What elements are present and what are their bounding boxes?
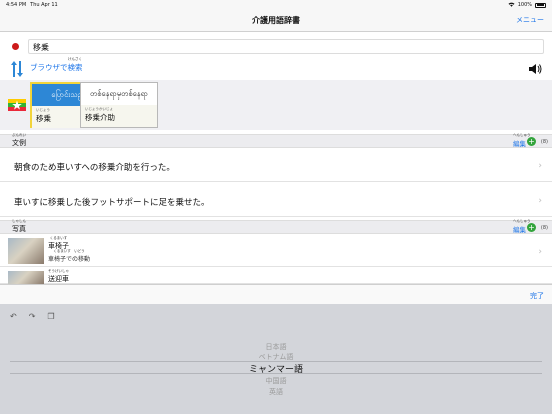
translation-area: ပြောင်းသည် いじょう 移乗 တစ်နေရာမှတစ်နေရာ いじょう… [0, 80, 552, 130]
ruby-text: くるまいす いどう [53, 249, 85, 253]
source-row: 移乗 [0, 36, 552, 56]
photo-thumbnail [8, 271, 44, 284]
picker-option[interactable]: 日本語 [0, 342, 552, 352]
ruby-text: くるまいす [49, 236, 68, 240]
language-picker-panel: ↶ ↷ ❐ 日本語 ベトナム語 ミャンマー語 中国語 英語 [0, 304, 552, 414]
edit-label: 編集 [513, 140, 526, 148]
ruby-text: いじょうかいじょ [85, 107, 113, 111]
status-date: Thu Apr 11 [30, 2, 58, 8]
photo-thumbnail [8, 238, 44, 264]
candidate-japanese-text: 移乗介助 [85, 113, 115, 122]
myanmar-flag-icon [8, 99, 26, 111]
examples-count: (8) [540, 139, 548, 145]
add-photo-icon[interactable]: + [527, 223, 536, 232]
app-window: 4:54 PM Thu Apr 11 100% 介護用語辞書 メニュー 移乗 ブ… [0, 0, 552, 414]
example-text: 車いすに移乗した後フットサポートに足を乗せた。 [14, 198, 210, 208]
edit-label: 編集 [513, 226, 526, 234]
photo-row[interactable]: そうげいしゃ 送迎車 [0, 268, 552, 284]
paste-icon[interactable]: ❐ [47, 312, 54, 321]
source-term-input[interactable]: 移乗 [28, 39, 544, 54]
speaker-icon[interactable] [528, 62, 542, 76]
ruby-text: ぶんれい [12, 133, 26, 137]
battery-icon [535, 2, 546, 8]
undo-icon[interactable]: ↶ [10, 312, 17, 321]
chevron-right-icon: › [538, 196, 542, 206]
browser-search-label: ブラウザで [30, 63, 68, 72]
picker-option[interactable]: 英語 [0, 387, 552, 397]
examples-edit-button[interactable]: へんしゅう 編集 [513, 133, 531, 148]
candidate-myanmar-text: တစ်နေရာမှတစ်နေရာ [89, 88, 148, 98]
picker-option-selected[interactable]: ミャンマー語 [0, 362, 552, 375]
redo-icon[interactable]: ↷ [29, 312, 36, 321]
navigation-bar: 介護用語辞書 メニュー [0, 10, 552, 32]
section-title: 写真 [12, 225, 26, 233]
picker-option[interactable]: 中国語 [0, 376, 552, 386]
ruby-text: へんしゅう [513, 219, 531, 223]
photo-subtitle: 車椅子での移動 [48, 256, 91, 263]
photos-section-header: しゃしん写真 へんしゅう編集 + (8) [0, 219, 552, 234]
done-button[interactable]: 完了 [530, 291, 544, 301]
photos-edit-button[interactable]: へんしゅう 編集 [513, 219, 531, 234]
chevron-right-icon: › [538, 161, 542, 171]
photo-row[interactable]: くるまいす 車椅子 くるまいす いどう 車椅子での移動 › [0, 235, 552, 267]
add-example-icon[interactable]: + [527, 137, 536, 146]
status-time: 4:54 PM [6, 2, 27, 8]
photos-count: (8) [540, 225, 548, 231]
picker-toolbar: 完了 [0, 284, 552, 304]
ruby-text: けんさく [68, 57, 82, 61]
photo-title: 送迎車 [48, 275, 69, 283]
translation-candidate-2[interactable]: တစ်နေရာမှတစ်နေရာ いじょうかいじょ 移乗介助 [80, 82, 158, 128]
ruby-text: そうげいしゃ [48, 269, 69, 273]
picker-option[interactable]: ベトナム語 [0, 352, 552, 362]
browser-search-kanji: 検索 [67, 63, 83, 72]
swap-languages-icon[interactable] [10, 60, 24, 78]
candidate-japanese-text: 移乗 [36, 114, 51, 123]
dictionary-content: 移乗 ブラウザで けんさく 検索 ပြောင်းသည် いじょう 移乗 တစ်န… [0, 32, 552, 284]
language-picker[interactable]: 日本語 ベトナム語 ミャンマー語 中国語 英語 [0, 340, 552, 410]
menu-button[interactable]: メニュー [516, 15, 544, 25]
browser-search-link[interactable]: ブラウザで けんさく検索 [30, 57, 83, 73]
examples-section-header: ぶんれい文例 へんしゅう編集 + (8) [0, 133, 552, 148]
japan-flag-icon [12, 43, 19, 50]
example-text: 朝食のため車いすへの移乗介助を行った。 [14, 163, 175, 173]
page-title: 介護用語辞書 [252, 16, 300, 25]
chevron-right-icon: › [538, 247, 542, 257]
example-row[interactable]: 朝食のため車いすへの移乗介助を行った。 › [0, 149, 552, 182]
battery-percent: 100% [517, 2, 532, 8]
example-row[interactable]: 車いすに移乗した後フットサポートに足を乗せた。 › [0, 184, 552, 217]
ruby-text: へんしゅう [513, 133, 531, 137]
status-bar: 4:54 PM Thu Apr 11 100% [0, 0, 552, 10]
ruby-text: しゃしん [12, 219, 26, 223]
section-title: 文例 [12, 139, 26, 147]
wifi-icon [508, 2, 515, 9]
